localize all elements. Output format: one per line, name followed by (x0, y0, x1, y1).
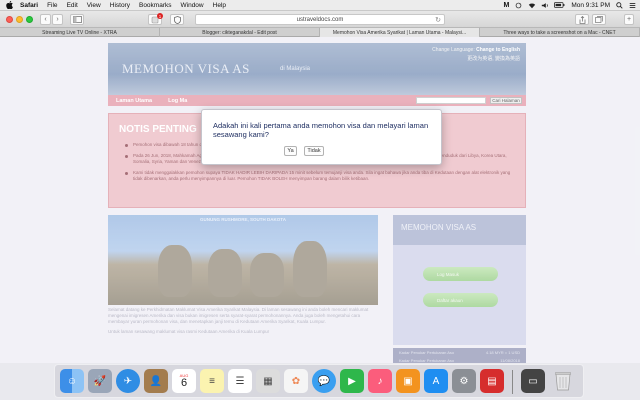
app-icon[interactable]: ▤ (480, 369, 504, 393)
chevron-right-icon: › (56, 16, 59, 23)
launchpad-icon[interactable]: 🚀 (88, 369, 112, 393)
back-button[interactable]: ‹ (40, 14, 51, 25)
wifi-icon[interactable] (528, 2, 536, 9)
modal-overlay (0, 37, 640, 363)
menu-view[interactable]: View (87, 2, 101, 9)
menu-help[interactable]: Help (213, 2, 226, 9)
shield-icon (173, 15, 181, 24)
browser-toolbar: ‹ › 1 ustraveldocs.com ↻ + (0, 11, 640, 28)
tab-label: Three ways to take a screenshot on a Mac… (503, 29, 616, 36)
sidebar-icon (72, 16, 82, 23)
calendar-day: 6 (180, 377, 188, 389)
spotlight-icon[interactable] (616, 2, 623, 9)
zoom-window-button[interactable] (26, 16, 33, 23)
system-preferences-icon[interactable]: ⚙ (452, 369, 476, 393)
privacy-extension-button[interactable] (170, 14, 184, 25)
tab-label: Memohon Visa Amerika Syarikat | Laman Ut… (332, 29, 467, 36)
menu-edit[interactable]: Edit (67, 2, 78, 9)
plus-icon: + (626, 16, 632, 23)
tabs-icon (595, 16, 603, 23)
share-icon (579, 15, 585, 24)
facetime-icon[interactable]: ▶ (340, 369, 364, 393)
minimize-window-button[interactable] (16, 16, 23, 23)
reminders-icon[interactable]: ☰ (228, 369, 252, 393)
menu-window[interactable]: Window (181, 2, 204, 9)
share-button[interactable] (575, 14, 589, 25)
address-text: ustraveldocs.com (296, 16, 344, 23)
forward-button[interactable]: › (52, 14, 63, 25)
tab-cnet[interactable]: Three ways to take a screenshot on a Mac… (480, 28, 640, 37)
itunes-icon[interactable]: ♪ (368, 369, 392, 393)
chevron-left-icon: ‹ (44, 16, 47, 23)
menu-file[interactable]: File (47, 2, 57, 9)
first-visit-dialog: Adakah ini kali pertama anda memohon vis… (201, 109, 442, 165)
calendar-icon[interactable]: AUG 6 (172, 369, 196, 393)
close-window-button[interactable] (6, 16, 13, 23)
apple-menu-icon[interactable] (5, 1, 14, 10)
tab-label: Blogger: cikteganakdal - Edit post (202, 29, 277, 36)
photos-icon[interactable]: ✿ (284, 369, 308, 393)
photo-booth-icon[interactable]: ▦ (256, 369, 280, 393)
contacts-icon[interactable]: 👤 (144, 369, 168, 393)
volume-icon[interactable] (541, 2, 549, 9)
badge: 1 (157, 13, 163, 19)
gmail-icon[interactable]: M (503, 2, 509, 9)
yes-button[interactable]: Ya (284, 146, 297, 156)
menu-history[interactable]: History (110, 2, 130, 9)
reload-icon[interactable]: ↻ (435, 16, 441, 24)
tab-visa-active[interactable]: Memohon Visa Amerika Syarikat | Laman Ut… (320, 28, 480, 37)
tab-streaming[interactable]: Streaming Live TV Online - XTRA (0, 28, 160, 37)
tab-label: Streaming Live TV Online - XTRA (42, 29, 117, 36)
notification-center-icon[interactable] (629, 2, 636, 9)
notes-icon[interactable]: ≡ (200, 369, 224, 393)
trash-icon[interactable] (551, 369, 575, 393)
show-tabs-button[interactable] (592, 14, 606, 25)
no-button[interactable]: Tidak (304, 146, 324, 156)
new-tab-button[interactable]: + (624, 14, 634, 25)
status-area: M Mon 9:31 PM (503, 0, 636, 11)
tab-blogger[interactable]: Blogger: cikteganakdal - Edit post (160, 28, 320, 37)
ibooks-icon[interactable]: ▣ (396, 369, 420, 393)
screenshot-thumbnail-icon[interactable]: ▭ (521, 369, 545, 393)
menu-bar: Safari File Edit View History Bookmarks … (0, 0, 640, 11)
safari-icon[interactable]: ✈ (116, 369, 140, 393)
sidebar-button[interactable] (70, 14, 84, 25)
battery-icon[interactable] (554, 2, 565, 9)
tab-bar: Streaming Live TV Online - XTRA Blogger:… (0, 28, 640, 37)
finder-icon[interactable]: ☺ (60, 369, 84, 393)
dialog-message: Adakah ini kali pertama anda memohon vis… (213, 121, 429, 139)
messages-icon[interactable]: 💬 (312, 369, 336, 393)
address-bar[interactable]: ustraveldocs.com ↻ (195, 14, 445, 25)
menu-bookmarks[interactable]: Bookmarks (139, 2, 172, 9)
menu-safari[interactable]: Safari (20, 2, 38, 9)
adblock-button[interactable]: 1 (148, 13, 163, 25)
web-page: MEMOHON VISA AS di Malaysia Change Langu… (0, 37, 640, 363)
sync-icon[interactable] (515, 2, 522, 9)
clock[interactable]: Mon 9:31 PM (571, 2, 610, 9)
dock-separator (512, 370, 513, 394)
dock: ☺ 🚀 ✈ 👤 AUG 6 ≡ ☰ ▦ ✿ 💬 ▶ ♪ ▣ A ⚙ ▤ ▭ (54, 364, 584, 398)
app-store-icon[interactable]: A (424, 369, 448, 393)
